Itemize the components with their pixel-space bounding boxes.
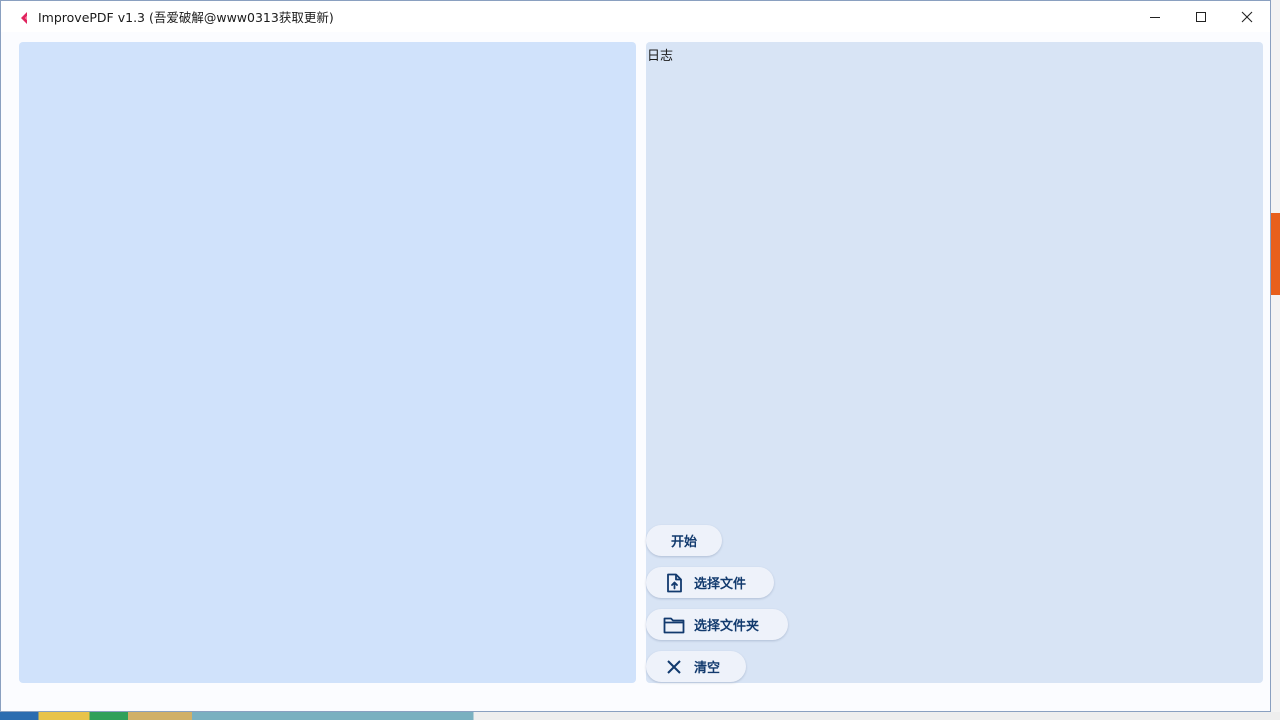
close-button[interactable] — [1224, 1, 1270, 32]
folder-icon — [663, 614, 685, 636]
select-file-button[interactable]: 选择文件 — [646, 567, 774, 598]
desktop-window-edge — [1270, 213, 1280, 295]
clear-label: 清空 — [694, 661, 721, 676]
desktop-background-right — [1270, 0, 1280, 720]
start-button[interactable]: 开始 — [646, 525, 722, 556]
clear-button[interactable]: 清空 — [646, 651, 746, 682]
minimize-icon — [1150, 16, 1160, 18]
taskbar-strip — [0, 712, 1280, 720]
log-panel: 日志 开始 选择文件 选择文件夹 清空 — [646, 42, 1263, 683]
app-window: ImprovePDF v1.3 (吾爱破解@www0313获取更新) 日志 开始 — [0, 0, 1271, 712]
select-folder-button[interactable]: 选择文件夹 — [646, 609, 788, 640]
start-button-label: 开始 — [670, 535, 697, 550]
file-upload-icon — [663, 572, 685, 594]
file-list-panel[interactable] — [19, 42, 636, 683]
log-label: 日志 — [647, 49, 674, 64]
window-controls — [1132, 1, 1270, 32]
maximize-icon — [1196, 11, 1206, 22]
clear-x-icon — [663, 656, 685, 678]
title-bar[interactable]: ImprovePDF v1.3 (吾爱破解@www0313获取更新) — [1, 1, 1270, 32]
minimize-button[interactable] — [1132, 1, 1178, 32]
close-icon — [1241, 11, 1253, 22]
app-logo-icon — [18, 10, 32, 24]
maximize-button[interactable] — [1178, 1, 1224, 32]
window-title: ImprovePDF v1.3 (吾爱破解@www0313获取更新) — [38, 10, 334, 25]
select-file-label: 选择文件 — [694, 577, 747, 592]
select-folder-label: 选择文件夹 — [694, 619, 760, 634]
